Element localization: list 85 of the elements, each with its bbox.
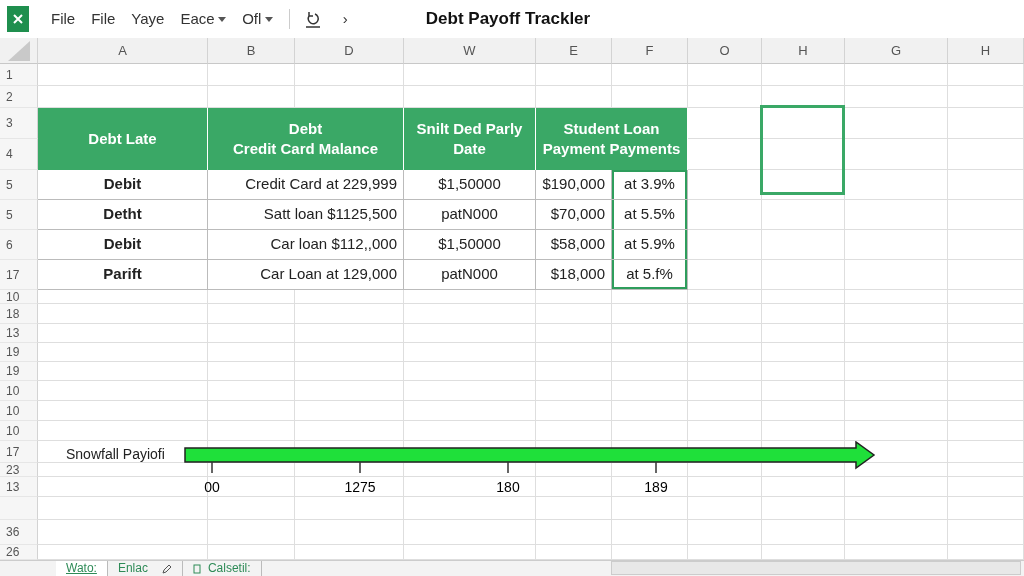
table-cell[interactable]: Satt loan $1125,500 — [208, 200, 404, 230]
tick-label: 00 — [204, 479, 220, 495]
table-cell[interactable]: Credit Card at 229,999 — [208, 170, 404, 200]
page-icon — [192, 561, 201, 575]
column-header[interactable]: O — [688, 38, 762, 64]
table-cell[interactable]: Debit — [38, 170, 208, 200]
row-header[interactable]: 17 — [0, 441, 38, 463]
row-header[interactable]: 17 — [0, 260, 38, 290]
caret-icon — [218, 16, 227, 22]
caret-icon — [264, 16, 273, 22]
app-logo-icon[interactable] — [7, 6, 29, 32]
table-cell[interactable]: $70,000 — [536, 200, 612, 230]
table-cell[interactable]: Parift — [38, 260, 208, 290]
row-header[interactable]: 19 — [0, 362, 38, 381]
table-cell[interactable]: Debit — [38, 230, 208, 260]
table-cell[interactable]: Car loan $112,,000 — [208, 230, 404, 260]
menu-item[interactable]: Eace — [172, 7, 235, 31]
table-cell[interactable]: $1,50000 — [404, 170, 536, 200]
table-cell[interactable]: at 5.9% — [612, 230, 688, 260]
sheet-tab[interactable]: Enlac — [107, 561, 183, 576]
tick-mark — [507, 461, 509, 474]
app-title: Debt Payoff Trackler — [425, 8, 591, 31]
menu-item[interactable]: File — [83, 7, 124, 31]
table-cell[interactable]: Detht — [38, 200, 208, 230]
table-cell[interactable]: at 5.f% — [612, 260, 688, 290]
row-header[interactable]: 1 — [0, 64, 38, 86]
header-text: Debt Late — [88, 128, 157, 149]
row-header[interactable]: 10 — [0, 421, 38, 441]
tick-label: 189 — [644, 479, 668, 495]
column-header[interactable]: H — [762, 38, 845, 64]
column-header[interactable]: A — [38, 38, 208, 64]
table-cell[interactable]: $18,000 — [536, 260, 612, 290]
header-text: Credit Card Malance — [232, 139, 378, 159]
table-cell[interactable]: patN000 — [404, 260, 536, 290]
tick-mark — [655, 461, 657, 474]
table-cell[interactable]: at 5.5% — [612, 200, 688, 230]
sheet-tab[interactable]: Wato: — [56, 561, 108, 576]
tick-mark — [359, 461, 361, 474]
sheet-tab[interactable]: Calsetil: — [182, 561, 262, 576]
timeline-label: Snowfall Payiofi — [66, 445, 166, 464]
table-cell[interactable]: $190,000 — [536, 170, 612, 200]
undo-icon[interactable] — [304, 10, 321, 28]
row-header[interactable]: 3 — [0, 108, 38, 139]
row-header[interactable]: 36 — [0, 520, 38, 545]
row-header[interactable]: 13 — [0, 477, 38, 497]
table-cell[interactable]: at 3.9% — [612, 170, 688, 200]
row-header[interactable]: 13 — [0, 324, 38, 343]
row-header[interactable]: 2 — [0, 86, 38, 108]
horizontal-scrollbar[interactable] — [610, 561, 1021, 575]
menu-item[interactable]: File — [43, 7, 84, 31]
table-cell[interactable]: patN000 — [404, 200, 536, 230]
column-header[interactable]: B — [208, 38, 295, 64]
tick-label: 180 — [496, 479, 520, 495]
table-cell[interactable]: $58,000 — [536, 230, 612, 260]
row-header[interactable]: 19 — [0, 343, 38, 362]
tick-mark — [211, 461, 213, 474]
row-header[interactable]: 10 — [0, 381, 38, 401]
row-header[interactable]: 4 — [0, 139, 38, 170]
header-text: Payment Payments — [542, 139, 681, 159]
header-text: Student Loan — [563, 118, 660, 139]
column-header[interactable]: F — [612, 38, 688, 64]
table-cell[interactable]: Car Loan at 129,000 — [208, 260, 404, 290]
column-header[interactable]: D — [295, 38, 404, 64]
header-text: Debt — [288, 118, 323, 139]
more-button[interactable]: › — [334, 7, 356, 31]
row-header[interactable]: 6 — [0, 230, 38, 260]
header-text: Date — [453, 139, 486, 159]
row-header[interactable]: 10 — [0, 290, 38, 304]
row-header[interactable]: 18 — [0, 304, 38, 324]
column-header[interactable]: E — [536, 38, 612, 64]
menu-item[interactable]: Ofl — [234, 7, 281, 31]
row-header[interactable]: 5 — [0, 200, 38, 230]
menu-item[interactable]: Yaye — [123, 7, 173, 31]
header-text: Snilt Ded Parly — [416, 118, 523, 139]
row-header[interactable]: 5 — [0, 170, 38, 200]
select-all-corner[interactable] — [0, 38, 38, 64]
column-header[interactable]: W — [404, 38, 536, 64]
column-header[interactable]: G — [845, 38, 948, 64]
row-header[interactable]: 23 — [0, 463, 38, 477]
tick-label: 1275 — [344, 479, 376, 495]
table-cell[interactable]: $1,50000 — [404, 230, 536, 260]
row-header[interactable] — [0, 497, 38, 520]
row-header[interactable]: 26 — [0, 545, 38, 560]
column-header[interactable]: H — [948, 38, 1024, 64]
row-header[interactable]: 10 — [0, 401, 38, 421]
